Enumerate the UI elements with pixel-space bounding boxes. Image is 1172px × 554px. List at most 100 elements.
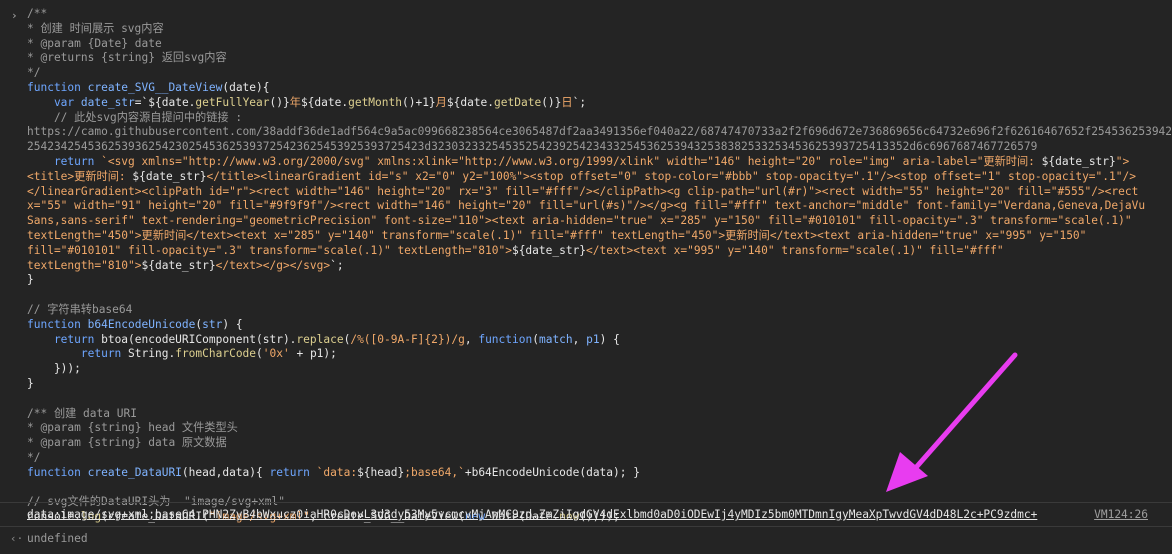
- code-token: https://camo.githubusercontent.com/38add…: [27, 125, 1172, 139]
- code-line: function b64EncodeUnicode(str) {: [27, 318, 1172, 333]
- code-line: 2542342545362539362542302545362539372542…: [27, 140, 1172, 155]
- code-token: * @param {Date} date: [27, 36, 162, 50]
- code-token: match: [538, 332, 573, 346]
- code-token: ) {: [599, 332, 620, 346]
- code-token: textLength="450">更新时间</text><text x="285…: [27, 228, 1087, 242]
- code-token: String.: [128, 347, 176, 361]
- code-line: function create_DataURI(head,data){ retu…: [27, 466, 1172, 481]
- code-token: `;: [572, 95, 587, 109]
- code-token: // 字符串转base64: [27, 302, 133, 316]
- code-line: */: [27, 66, 1172, 81]
- code-token: +b64EncodeUnicode(data); }: [464, 465, 640, 479]
- code-line: * @param {Date} date: [27, 37, 1172, 52]
- code-token: // 此处svg内容源自提问中的链接 :: [27, 110, 243, 124]
- code-line: * @param {string} data 原文数据: [27, 436, 1172, 451]
- code-token: return: [269, 465, 317, 479]
- source-location-link[interactable]: VM124:26: [1094, 508, 1148, 523]
- code-token: ${date_str}: [1041, 154, 1116, 168]
- code-line: x="55" width="91" height="20" fill="#9f9…: [27, 199, 1172, 214]
- code-token: ()+1}: [401, 95, 436, 109]
- code-token: }: [27, 273, 34, 287]
- code-token: ${date_str}: [132, 169, 207, 183]
- code-line: * @param {string} head 文件类型头: [27, 421, 1172, 436]
- code-token: var: [27, 95, 81, 109]
- code-line: // 此处svg内容源自提问中的链接 :: [27, 111, 1172, 126]
- code-token: function: [478, 332, 533, 346]
- code-token: x="55" width="91" height="20" fill="#9f9…: [27, 199, 1146, 213]
- code-token: ${date_str}: [511, 243, 587, 257]
- code-token: </text><text x="995" y="140" transform="…: [586, 243, 1004, 257]
- code-token: '0x': [262, 347, 290, 361]
- code-line: function create_SVG__DateView(date){: [27, 81, 1172, 96]
- code-line: textLength="450">更新时间</text><text x="285…: [27, 229, 1172, 244]
- code-token: /**: [27, 7, 48, 20]
- code-token: =`: [134, 95, 149, 109]
- code-line: https://camo.githubusercontent.com/38add…: [27, 125, 1172, 140]
- code-token: 年: [289, 95, 301, 109]
- code-token: }: [27, 376, 34, 390]
- code-token: create_DataURI: [87, 465, 182, 479]
- code-line: }));: [27, 362, 1172, 377]
- console-input-entry[interactable]: › /** * 创建 时间展示 svg内容 * @param {Date} date…: [0, 0, 1172, 523]
- data-uri-link[interactable]: data:image/svg+xml;base64,PHN2ZyB4bWxucz…: [27, 508, 1037, 523]
- code-token: create_SVG__DateView: [87, 80, 223, 94]
- code-line: return String.fromCharCode('0x' + p1);: [27, 347, 1172, 362]
- code-token: `;: [330, 258, 344, 272]
- code-token: * @param {string} head 文件类型头: [27, 421, 238, 435]
- console-return-value: ‹· undefined: [0, 527, 1172, 553]
- code-token: 月: [435, 95, 447, 109]
- code-token: </text></g></svg>: [215, 258, 331, 272]
- code-token: function: [27, 80, 88, 94]
- code-token: return: [27, 332, 102, 346]
- code-token: btoa(encodeURIComponent(str).: [101, 332, 297, 346]
- code-token: `<svg xmlns="http://www.w3.org/2000/svg"…: [101, 154, 1042, 168]
- code-token: 日: [561, 95, 573, 109]
- expand-chevron-icon[interactable]: ›: [11, 9, 18, 24]
- code-line: // 字符串转base64: [27, 303, 1172, 318]
- code-token: return: [27, 347, 129, 361]
- return-arrow-icon: ‹·: [10, 532, 24, 545]
- code-token: b64EncodeUnicode: [87, 317, 196, 331]
- return-value-text: undefined: [27, 532, 88, 545]
- code-token: }));: [27, 362, 81, 376]
- code-token: fill="#010101" fill-opacity=".3" transfo…: [27, 243, 512, 257]
- code-token: `data:: [316, 465, 358, 479]
- devtools-console: › /** * 创建 时间展示 svg内容 * @param {Date} date…: [0, 0, 1172, 554]
- code-token: </linearGradient><clipPath id="r"><rect …: [27, 184, 1139, 198]
- code-token: ) {: [222, 317, 243, 331]
- code-token: getMonth: [348, 95, 402, 109]
- code-token: (: [532, 332, 539, 346]
- code-line: fill="#010101" fill-opacity=".3" transfo…: [27, 244, 1172, 259]
- code-token: ,: [572, 332, 587, 346]
- code-token: getDate: [494, 95, 542, 109]
- code-token: </title><linearGradient id="s" x2="0" y2…: [206, 169, 1136, 183]
- code-token: Sans,sans-serif" text-rendering="geometr…: [27, 214, 1132, 228]
- code-token: 2542342545362539362542302545362539372542…: [27, 140, 1038, 154]
- code-token: ${date.: [300, 95, 349, 109]
- code-token: (: [256, 347, 263, 361]
- code-token: ,: [464, 332, 479, 346]
- code-line: /**: [27, 7, 1172, 22]
- code-line: <title>更新时间: ${date_str}</title><linearG…: [27, 170, 1172, 185]
- code-token: textLength="810">: [27, 258, 142, 272]
- code-line: textLength="810">${date_str}</text></g><…: [27, 259, 1172, 274]
- code-token: (date){: [222, 80, 270, 94]
- code-token: ${date.: [148, 95, 196, 109]
- code-line: </linearGradient><clipPath id="r"><rect …: [27, 185, 1172, 200]
- code-token: function: [27, 465, 88, 479]
- code-line: /** 创建 data URI: [27, 407, 1172, 422]
- code-token: ()}: [269, 95, 290, 109]
- code-token: date_str: [80, 95, 135, 109]
- code-token: * @param {string} data 原文数据: [27, 436, 227, 450]
- code-token: ;base64,`: [404, 465, 465, 479]
- code-token: ${date.: [446, 95, 495, 109]
- code-token: fromCharCode: [175, 347, 257, 361]
- code-token: (head,data){: [181, 465, 270, 479]
- code-token: /** 创建 data URI: [27, 406, 137, 420]
- code-line: return `<svg xmlns="http://www.w3.org/20…: [27, 155, 1172, 170]
- code-token: <title>更新时间:: [27, 169, 133, 183]
- code-line: * @returns {string} 返回svg内容: [27, 51, 1172, 66]
